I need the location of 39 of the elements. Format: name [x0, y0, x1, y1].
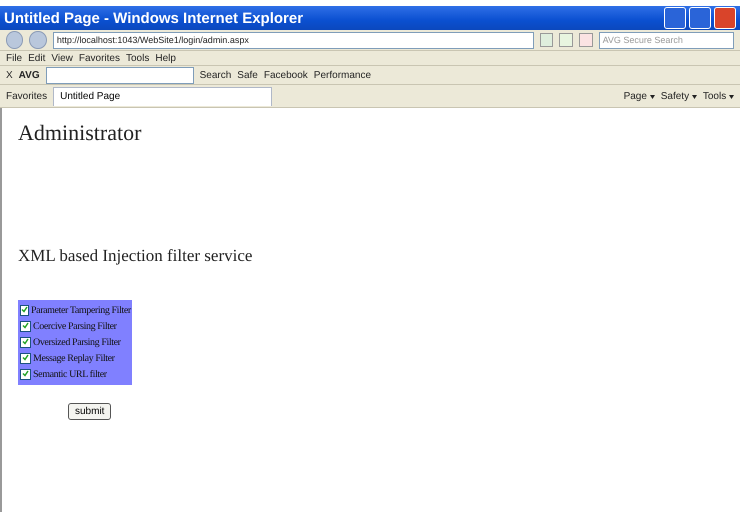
command-menu[interactable]: Page: [624, 90, 655, 102]
filter-label: Message Replay Filter: [33, 353, 115, 364]
restore-button[interactable]: [689, 7, 711, 29]
filter-label: Coercive Parsing Filter: [33, 321, 117, 332]
caret-icon: [650, 94, 655, 98]
window-title: Untitled Page - Windows Internet Explorer: [4, 10, 304, 26]
menu-item[interactable]: File: [6, 52, 22, 64]
command-menu[interactable]: Safety: [660, 90, 697, 102]
browser-tab[interactable]: Untitled Page: [53, 86, 272, 106]
checkbox[interactable]: [20, 369, 31, 380]
filter-label: Semantic URL filter: [33, 369, 107, 380]
checkbox[interactable]: [20, 305, 29, 316]
close-toolbar-button[interactable]: X: [6, 70, 13, 80]
page-heading: Administrator: [18, 120, 142, 146]
filter-label: Parameter Tampering Filter: [31, 305, 131, 316]
submit-button[interactable]: submit: [68, 403, 112, 420]
checkbox[interactable]: [20, 321, 31, 332]
command-menu[interactable]: Tools: [702, 90, 734, 102]
minimize-button[interactable]: [664, 7, 686, 29]
menu-item[interactable]: Edit: [28, 52, 46, 64]
search-button[interactable]: Search: [200, 70, 232, 80]
filter-label: Oversized Parsing Filter: [33, 337, 121, 348]
section-heading: XML based Injection filter service: [18, 246, 254, 266]
menu-item[interactable]: Favorites: [78, 52, 120, 64]
checkbox[interactable]: [20, 353, 31, 364]
safe-button[interactable]: Safe: [237, 70, 258, 80]
caret-icon: [729, 94, 734, 98]
facebook-button[interactable]: Facebook: [264, 70, 308, 80]
menu-item[interactable]: Tools: [126, 52, 150, 64]
checkbox[interactable]: [20, 337, 31, 348]
address-field[interactable]: http://localhost:1043/WebSite1/login/admin.aspx: [52, 32, 534, 48]
close-button[interactable]: [714, 7, 736, 29]
caret-icon: [692, 94, 697, 98]
favorites-button[interactable]: Favorites: [6, 90, 48, 102]
menu-item[interactable]: Help: [155, 52, 176, 64]
toolbar-search-field[interactable]: [46, 66, 194, 84]
performance-button[interactable]: Performance: [314, 70, 372, 80]
avg-button[interactable]: AVG: [18, 70, 40, 80]
menu-item[interactable]: View: [51, 52, 73, 64]
